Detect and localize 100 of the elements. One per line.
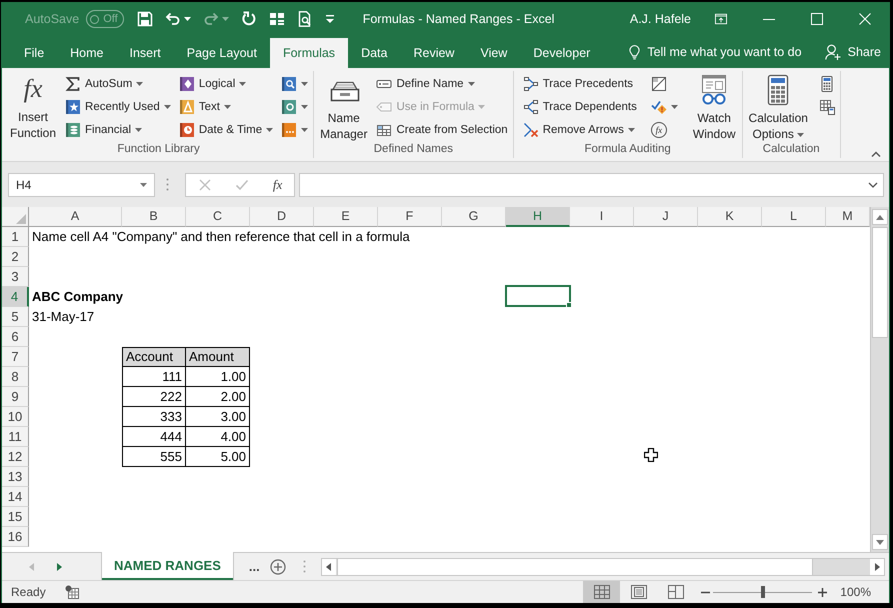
ribbon-tab[interactable]: Page Layout [174,38,270,68]
table-cell: 333 [122,407,186,427]
column-header[interactable]: A [29,207,122,227]
table-cell: 111 [122,367,186,387]
row-header[interactable]: 13 [2,467,29,487]
zoom-slider-thumb[interactable] [760,586,765,598]
more-sheets-button[interactable]: ... [244,553,264,580]
scroll-right-button[interactable] [870,559,884,575]
ribbon-button[interactable]: Remove Arrows [522,118,638,141]
fill-handle-icon[interactable] [566,302,572,308]
horizontal-scrollbar[interactable] [320,558,885,576]
diamond-book-icon [178,76,195,92]
ribbon-button[interactable]: Logical [178,72,274,95]
scroll-up-button[interactable] [872,209,888,225]
row-header[interactable]: 15 [2,507,29,527]
table-header-cell: Amount [186,347,250,367]
scroll-down-button[interactable] [872,534,888,550]
star-book-icon [65,98,82,114]
cross-icon [198,178,212,192]
row-header[interactable]: 10 [2,407,29,427]
trace-arrows-icon [522,76,539,92]
row-header[interactable]: 4 [2,287,29,307]
grid-view-icon [594,585,610,599]
next-sheet-button[interactable] [57,562,62,570]
row-header[interactable]: 7 [2,347,29,367]
scrollbar-thumb[interactable] [872,227,888,338]
row-header[interactable]: 12 [2,447,29,467]
column-header[interactable]: D [250,207,314,227]
collapse-ribbon-button[interactable] [869,149,883,159]
share-button[interactable]: Share [824,36,881,68]
ribbon-tab[interactable]: Formulas [270,38,348,68]
sheet-icon [650,76,667,92]
ribbon-button[interactable]: Date & Time [178,118,274,141]
zoom-level[interactable]: 100% [840,585,871,599]
vertical-scrollbar[interactable] [870,207,889,552]
sheet-record-icon[interactable] [64,585,79,599]
name-box[interactable]: H4 [8,172,155,196]
ribbon-button[interactable]: Trace Dependents [522,95,638,118]
ribbon-tab[interactable]: View [467,38,520,68]
sheet-tab[interactable]: NAMED RANGES [102,552,233,580]
triangle-book-icon [178,98,195,114]
row-header[interactable]: 9 [2,387,29,407]
ribbon-button[interactable]: Define Name [375,72,509,95]
column-header[interactable]: F [378,207,442,227]
formula-input[interactable] [299,172,884,196]
scrollbar-thumb[interactable] [336,559,813,575]
ribbon-button[interactable]: AutoSum [64,72,172,95]
plus-circle-icon [270,558,286,574]
column-header[interactable]: M [826,207,870,227]
ribbon-button[interactable]: Name Manager [318,72,370,142]
coins-book-icon [65,122,82,138]
row-header[interactable]: 3 [2,267,29,287]
ribbon-button[interactable]: Calculation Options [746,72,810,142]
ribbon-tab[interactable]: Review [400,38,468,68]
circled-fx-icon: fx [650,122,667,138]
caret-down-icon [140,182,147,186]
chevron-up-icon [871,151,881,157]
ribbon-button[interactable]: fx [650,118,679,141]
customize-caret-icon [324,14,335,24]
ribbon-button[interactable]: Text [178,95,274,118]
ribbon-button[interactable]: Trace Precedents [522,72,638,95]
ribbon-button[interactable]: Watch Window [690,72,738,142]
column-header[interactable]: E [314,207,378,227]
scroll-left-button[interactable] [322,559,336,575]
row-header[interactable]: 8 [2,367,29,387]
fx-icon: fx [272,176,282,192]
view-button[interactable] [583,581,620,603]
row-header[interactable]: 1 [2,227,29,247]
row-header[interactable]: 14 [2,487,29,507]
column-header[interactable]: C [186,207,250,227]
ribbon-button[interactable]: fx Insert Function [8,72,58,141]
circular-arrow-icon [240,11,257,27]
row-header[interactable]: 2 [2,247,29,267]
row-header[interactable]: 11 [2,427,29,447]
ribbon-button[interactable]: Recently Used [64,95,172,118]
ribbon-button[interactable]: Create from Selection [375,118,509,141]
tell-me-field[interactable]: Tell me what you want to do [647,45,816,59]
zoom-in-button[interactable] [818,588,828,596]
column-header[interactable]: J [634,207,698,227]
column-header[interactable]: L [762,207,826,227]
user-name[interactable]: A.J. Hafele [630,12,691,26]
ribbon-tab[interactable]: Home [57,38,116,68]
ribbon-button[interactable]: Financial [64,118,172,141]
ribbon-tab[interactable]: Insert [116,38,174,68]
active-cell[interactable] [505,285,571,307]
row-header[interactable]: 6 [2,327,29,347]
column-header[interactable]: B [122,207,186,227]
table-cell: 3.00 [186,407,250,427]
column-header[interactable]: K [698,207,762,227]
ribbon-tab[interactable]: Developer [520,38,604,68]
column-header[interactable]: H [506,207,570,227]
column-header[interactable]: G [442,207,506,227]
grip-icon [302,560,306,573]
row-header[interactable]: 5 [2,307,29,327]
formula-bar-button[interactable]: fx [268,174,286,194]
group-title: Function Library [116,142,201,158]
ribbon-tab[interactable]: File [11,38,58,68]
row-header[interactable]: 16 [2,527,29,547]
ribbon-tab[interactable]: Data [348,38,400,68]
column-header[interactable]: I [570,207,634,227]
